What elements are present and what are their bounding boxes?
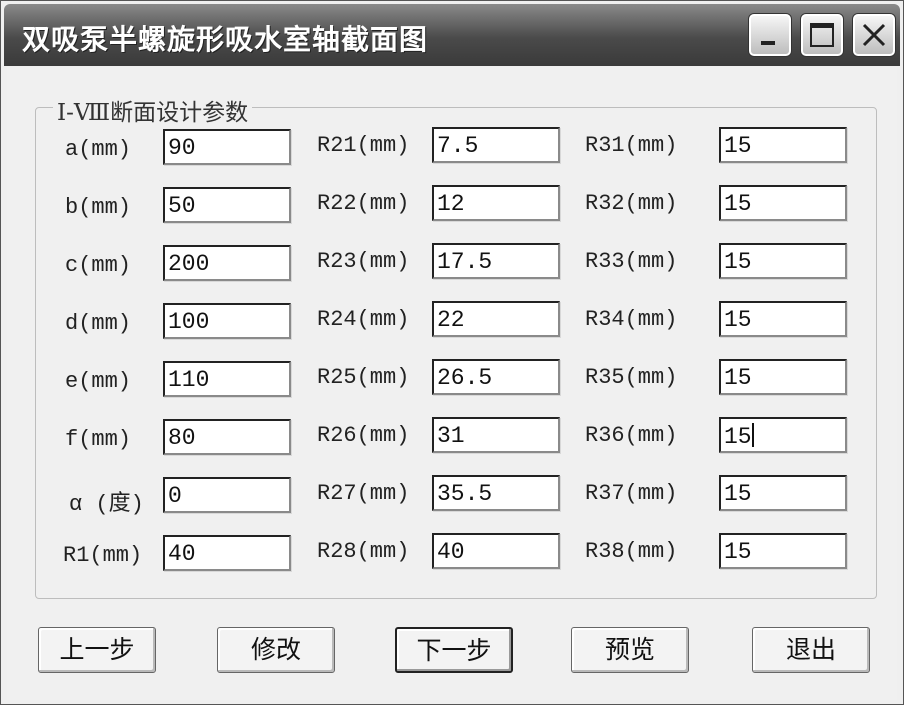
label-r25: R25(mm) xyxy=(317,365,410,390)
preview-button[interactable]: 预览 xyxy=(571,627,689,673)
input-f[interactable]: 80 xyxy=(163,419,291,455)
input-r26[interactable]: 31 xyxy=(432,417,560,453)
label-r28: R28(mm) xyxy=(317,539,410,564)
input-r25[interactable]: 26.5 xyxy=(432,359,560,395)
input-r21[interactable]: 7.5 xyxy=(432,127,560,163)
label-r35: R35(mm) xyxy=(585,365,678,390)
label-r26: R26(mm) xyxy=(317,423,410,448)
label-r38: R38(mm) xyxy=(585,539,678,564)
input-r34[interactable]: 15 xyxy=(719,301,847,337)
label-f: f(mm) xyxy=(65,427,132,452)
text-caret xyxy=(751,423,754,447)
modify-button[interactable]: 修改 xyxy=(217,627,335,673)
close-icon xyxy=(862,23,886,47)
label-r34: R34(mm) xyxy=(585,307,678,332)
input-alpha[interactable]: 0 xyxy=(163,477,291,513)
group-title: Ⅰ-Ⅷ断面设计参数 xyxy=(53,93,253,127)
input-r31[interactable]: 15 xyxy=(719,127,847,163)
label-d: d(mm) xyxy=(65,311,132,336)
label-alpha: α (度) xyxy=(69,492,144,517)
label-r21: R21(mm) xyxy=(317,133,410,158)
window-title: 双吸泵半螺旋形吸水室轴截面图 xyxy=(22,23,429,56)
input-a[interactable]: 90 xyxy=(163,129,291,165)
label-r27: R27(mm) xyxy=(317,481,410,506)
input-r28[interactable]: 40 xyxy=(432,533,560,569)
close-button[interactable] xyxy=(853,14,895,56)
input-r1[interactable]: 40 xyxy=(163,535,291,571)
input-r27[interactable]: 35.5 xyxy=(432,475,560,511)
input-r38[interactable]: 15 xyxy=(719,533,847,569)
exit-button[interactable]: 退出 xyxy=(752,627,870,673)
input-r23[interactable]: 17.5 xyxy=(432,243,560,279)
input-r36-value: 15 xyxy=(724,424,752,450)
label-r22: R22(mm) xyxy=(317,191,410,216)
label-r24: R24(mm) xyxy=(317,307,410,332)
input-r35[interactable]: 15 xyxy=(719,359,847,395)
input-r24[interactable]: 22 xyxy=(432,301,560,337)
label-a: a(mm) xyxy=(65,137,132,162)
minimize-button[interactable] xyxy=(749,14,791,56)
label-r36: R36(mm) xyxy=(585,423,678,448)
title-bar[interactable]: 双吸泵半螺旋形吸水室轴截面图 xyxy=(4,4,900,66)
label-c: c(mm) xyxy=(65,253,132,278)
maximize-icon xyxy=(810,23,834,47)
input-r33[interactable]: 15 xyxy=(719,243,847,279)
dialog-window: 双吸泵半螺旋形吸水室轴截面图 Ⅰ-Ⅷ断面设计参数 a(mm) 90 b(mm) … xyxy=(0,0,904,705)
input-r22[interactable]: 12 xyxy=(432,185,560,221)
label-r32: R32(mm) xyxy=(585,191,678,216)
label-r37: R37(mm) xyxy=(585,481,678,506)
input-c[interactable]: 200 xyxy=(163,245,291,281)
label-r33: R33(mm) xyxy=(585,249,678,274)
label-r31: R31(mm) xyxy=(585,133,678,158)
next-step-button[interactable]: 下一步 xyxy=(395,627,513,673)
input-r37[interactable]: 15 xyxy=(719,475,847,511)
minimize-icon xyxy=(761,41,775,45)
input-d[interactable]: 100 xyxy=(163,303,291,339)
input-r36[interactable]: 15 xyxy=(719,417,847,453)
maximize-button[interactable] xyxy=(801,14,843,56)
label-e: e(mm) xyxy=(65,369,132,394)
client-area: Ⅰ-Ⅷ断面设计参数 a(mm) 90 b(mm) 50 c(mm) 200 d(… xyxy=(7,67,897,700)
params-group xyxy=(35,107,877,599)
label-b: b(mm) xyxy=(65,195,132,220)
label-r23: R23(mm) xyxy=(317,249,410,274)
input-e[interactable]: 110 xyxy=(163,361,291,397)
prev-step-button[interactable]: 上一步 xyxy=(38,627,156,673)
label-r1: R1(mm) xyxy=(63,543,143,568)
input-b[interactable]: 50 xyxy=(163,187,291,223)
input-r32[interactable]: 15 xyxy=(719,185,847,221)
